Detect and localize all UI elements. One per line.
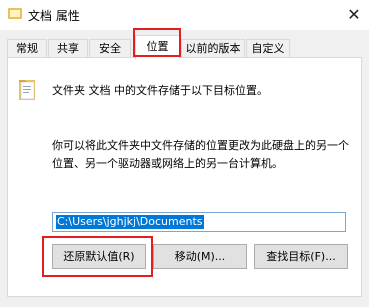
title-bar: 文档 属性 ✕ xyxy=(0,0,369,30)
description-line-2: 位置、另一个驱动器或网络上的另一台计算机。 xyxy=(52,157,283,170)
location-path-input[interactable]: C:\Users\jghjkj\Documents xyxy=(52,212,346,232)
window-title: 文档 属性 xyxy=(28,9,80,23)
close-button[interactable]: ✕ xyxy=(339,0,369,30)
button-highlight-box xyxy=(42,236,153,277)
tab-highlight-box xyxy=(133,28,181,57)
folder-icon xyxy=(8,8,22,19)
location-path-value: C:\Users\jghjkj\Documents xyxy=(56,215,204,229)
tab-security[interactable]: 安全 xyxy=(89,39,131,58)
description-line-1: 你可以将此文件夹中文件存储的位置更改为此硬盘上的另一个 xyxy=(52,139,349,152)
move-button[interactable]: 移动(M)... xyxy=(153,244,247,269)
tab-customize[interactable]: 自定义 xyxy=(246,39,290,58)
tab-sharing[interactable]: 共享 xyxy=(48,39,88,58)
location-info-text: 文件夹 文档 中的文件存储于以下目标位置。 xyxy=(52,84,268,97)
tab-general[interactable]: 常规 xyxy=(7,39,47,58)
document-folder-icon xyxy=(19,80,35,100)
location-description: 你可以将此文件夹中文件存储的位置更改为此硬盘上的另一个 位置、另一个驱动器或网络… xyxy=(52,137,349,173)
tab-previous-versions[interactable]: 以前的版本 xyxy=(181,39,245,58)
find-target-button[interactable]: 查找目标(F)... xyxy=(254,244,348,269)
